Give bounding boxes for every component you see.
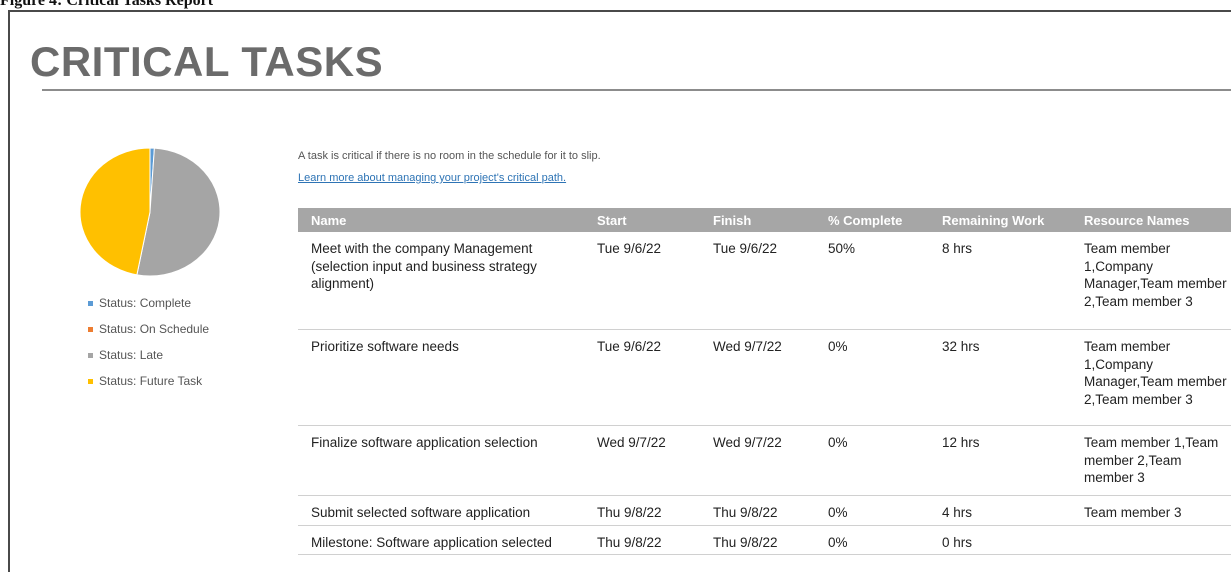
- learn-more-link[interactable]: Learn more about managing your project's…: [298, 172, 566, 184]
- legend-item-complete: Status: Complete: [88, 296, 209, 322]
- task-name-cell: Milestone: Software application selected: [298, 525, 584, 555]
- percent-complete-cell: 0%: [815, 425, 929, 496]
- percent-complete-cell: 0%: [815, 525, 929, 555]
- resource-names-cell: [1071, 525, 1231, 555]
- percent-complete-cell: 50%: [815, 232, 929, 330]
- remaining-work-cell: 4 hrs: [929, 495, 1071, 526]
- legend-item-future-task: Status: Future Task: [88, 374, 209, 400]
- legend-item-late: Status: Late: [88, 348, 209, 374]
- percent-complete-cell: 0%: [815, 495, 929, 526]
- finish-date-cell: Thu 9/8/22: [700, 495, 815, 526]
- remaining-work-cell: 12 hrs: [929, 425, 1071, 496]
- figure-caption-text: Figure 4: Critical Tasks Report: [0, 0, 214, 9]
- remaining-work-cell: 0 hrs: [929, 525, 1071, 555]
- column-header-percent-complete[interactable]: % Complete: [815, 208, 929, 232]
- finish-date-cell: Tue 9/6/22: [700, 232, 815, 330]
- resource-names-cell: Team member 1,Company Manager,Team membe…: [1071, 232, 1231, 330]
- figure-caption: Figure 4: Critical Tasks Report: [0, 0, 1231, 10]
- column-header-remaining-work[interactable]: Remaining Work: [929, 208, 1071, 232]
- legend-label-late: Status: Late: [99, 348, 164, 362]
- column-header-finish[interactable]: Finish: [700, 208, 815, 232]
- column-header-name[interactable]: Name: [298, 208, 584, 232]
- remaining-work-cell: 32 hrs: [929, 329, 1071, 426]
- title-divider: [42, 89, 1231, 91]
- table-row: Finalize software application selection …: [298, 425, 1231, 496]
- task-name-cell: Finalize software application selection: [298, 425, 584, 496]
- column-header-start[interactable]: Start: [584, 208, 700, 232]
- legend-swatch-complete: [88, 301, 93, 306]
- finish-date-cell: Wed 9/7/22: [700, 329, 815, 426]
- pie-slice-future-task: [80, 147, 151, 276]
- table-row: Submit selected software application Thu…: [298, 495, 1231, 526]
- start-date-cell: Thu 9/8/22: [584, 495, 700, 526]
- percent-complete-cell: 0%: [815, 329, 929, 426]
- remaining-work-cell: 8 hrs: [929, 232, 1071, 330]
- table-row: Milestone: Software application selected…: [298, 525, 1231, 555]
- table-row: Prioritize software needs Tue 9/6/22 Wed…: [298, 329, 1231, 426]
- start-date-cell: Tue 9/6/22: [584, 329, 700, 426]
- resource-names-cell: Team member 1,Company Manager,Team membe…: [1071, 329, 1231, 426]
- legend-swatch-on-schedule: [88, 327, 93, 332]
- legend-label-on-schedule: Status: On Schedule: [99, 322, 210, 336]
- table-row: Meet with the company Management (select…: [298, 232, 1231, 330]
- pie-legend: Status: Complete Status: On Schedule Sta…: [88, 296, 209, 400]
- legend-item-on-schedule: Status: On Schedule: [88, 322, 209, 348]
- legend-swatch-late: [88, 353, 93, 358]
- column-header-resource-names[interactable]: Resource Names: [1071, 208, 1231, 232]
- resource-names-cell: Team member 3: [1071, 495, 1231, 526]
- task-name-cell: Prioritize software needs: [298, 329, 584, 426]
- legend-label-complete: Status: Complete: [99, 296, 192, 310]
- resource-names-cell: Team member 1,Team member 2,Team member …: [1071, 425, 1231, 496]
- legend-swatch-future-task: [88, 379, 93, 384]
- task-name-cell: Submit selected software application: [298, 495, 584, 526]
- finish-date-cell: Thu 9/8/22: [700, 525, 815, 555]
- page-title: CRITICAL TASKS: [30, 38, 384, 85]
- critical-task-description: A task is critical if there is no room i…: [298, 150, 601, 162]
- finish-date-cell: Wed 9/7/22: [700, 425, 815, 496]
- start-date-cell: Thu 9/8/22: [584, 525, 700, 555]
- task-name-cell: Meet with the company Management (select…: [298, 232, 584, 330]
- status-pie-chart: [80, 147, 220, 277]
- start-date-cell: Wed 9/7/22: [584, 425, 700, 496]
- legend-label-future-task: Status: Future Task: [99, 374, 203, 388]
- critical-tasks-table: Name Start Finish % Complete Remaining W…: [298, 208, 1231, 555]
- table-header-row: Name Start Finish % Complete Remaining W…: [298, 208, 1231, 232]
- start-date-cell: Tue 9/6/22: [584, 232, 700, 330]
